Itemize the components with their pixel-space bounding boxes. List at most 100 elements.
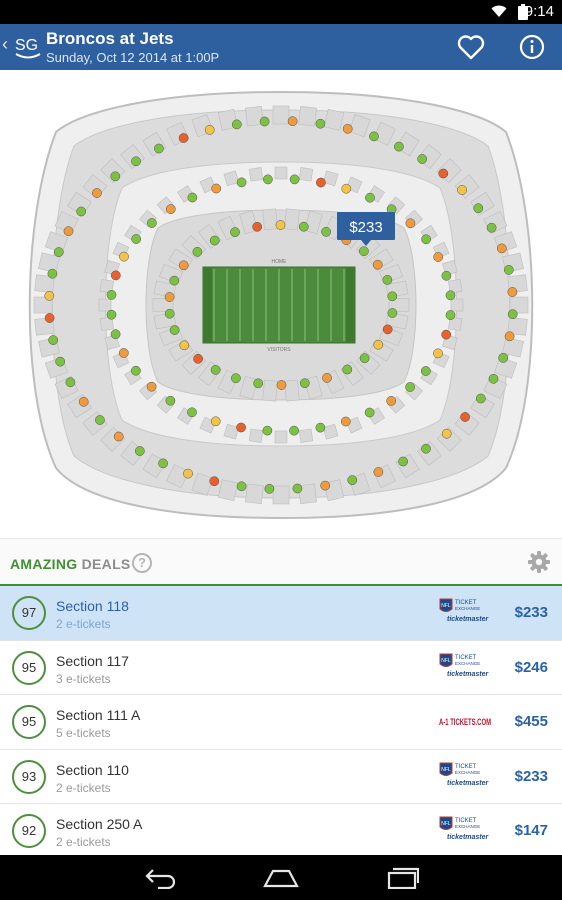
- availability-dot[interactable]: [165, 204, 176, 214]
- availability-dot[interactable]: [210, 416, 221, 427]
- availability-dot[interactable]: [178, 260, 189, 271]
- availability-dot[interactable]: [382, 324, 393, 335]
- deal-row[interactable]: 97 Section 118 2 e-tickets NFL TICKET EX…: [0, 586, 562, 641]
- club-section[interactable]: [450, 298, 464, 312]
- upper-section[interactable]: [272, 105, 290, 125]
- club-section[interactable]: [298, 428, 314, 443]
- availability-dot[interactable]: [253, 378, 264, 389]
- availability-dot[interactable]: [236, 481, 247, 492]
- availability-dot[interactable]: [473, 203, 484, 214]
- upper-section[interactable]: [272, 485, 290, 505]
- deal-row[interactable]: 93 Section 110 2 e-tickets NFL TICKET EX…: [0, 749, 562, 804]
- lower-section[interactable]: [284, 208, 300, 231]
- availability-dot[interactable]: [275, 220, 286, 230]
- help-icon[interactable]: ?: [132, 553, 152, 573]
- deal-row[interactable]: 95 Section 117 3 e-tickets NFL TICKET EX…: [0, 640, 562, 695]
- availability-dot[interactable]: [211, 183, 222, 194]
- availability-dot[interactable]: [236, 422, 246, 433]
- availability-dot[interactable]: [236, 177, 247, 188]
- availability-dot[interactable]: [47, 268, 58, 279]
- availability-dot[interactable]: [44, 313, 55, 323]
- availability-dot[interactable]: [445, 310, 456, 320]
- availability-dot[interactable]: [263, 174, 273, 185]
- availability-dot[interactable]: [231, 373, 241, 384]
- availability-dot[interactable]: [289, 425, 299, 436]
- availability-dot[interactable]: [365, 192, 375, 203]
- availability-dot[interactable]: [504, 331, 515, 342]
- availability-dot[interactable]: [441, 329, 452, 340]
- availability-dot[interactable]: [342, 364, 353, 375]
- availability-dot[interactable]: [252, 221, 263, 232]
- availability-dot[interactable]: [165, 395, 176, 406]
- availability-dot[interactable]: [341, 183, 352, 194]
- availability-dot[interactable]: [342, 123, 353, 134]
- availability-dot[interactable]: [53, 247, 64, 257]
- availability-dot[interactable]: [169, 325, 180, 335]
- availability-dot[interactable]: [503, 265, 514, 275]
- deal-row[interactable]: 92 Section 250 A 2 e-tickets NFL TICKET …: [0, 804, 562, 859]
- back-arrow-icon[interactable]: [144, 867, 178, 889]
- availability-dot[interactable]: [264, 483, 275, 494]
- availability-dot[interactable]: [169, 275, 180, 286]
- availability-dot[interactable]: [187, 407, 197, 418]
- availability-dot[interactable]: [507, 309, 518, 320]
- availability-dot[interactable]: [441, 428, 452, 439]
- club-section[interactable]: [298, 167, 314, 182]
- availability-dot[interactable]: [210, 365, 221, 375]
- availability-dot[interactable]: [289, 174, 300, 185]
- gear-icon[interactable]: [528, 551, 550, 573]
- availability-dot[interactable]: [359, 353, 370, 364]
- availability-dot[interactable]: [113, 431, 124, 442]
- club-section[interactable]: [274, 166, 288, 180]
- availability-dot[interactable]: [405, 382, 415, 392]
- availability-dot[interactable]: [441, 270, 452, 281]
- availability-dot[interactable]: [110, 329, 121, 340]
- availability-dot[interactable]: [187, 192, 198, 203]
- availability-dot[interactable]: [299, 378, 310, 389]
- availability-dot[interactable]: [106, 309, 117, 320]
- club-section[interactable]: [248, 167, 264, 182]
- club-section[interactable]: [248, 428, 264, 443]
- club-section[interactable]: [98, 298, 112, 312]
- availability-dot[interactable]: [460, 412, 470, 422]
- availability-dot[interactable]: [496, 243, 507, 254]
- availability-dot[interactable]: [65, 377, 76, 388]
- lower-section[interactable]: [262, 208, 278, 231]
- availability-dot[interactable]: [231, 119, 242, 130]
- stadium-map[interactable]: HOME VISITORS $233: [0, 70, 562, 538]
- availability-dot[interactable]: [63, 226, 74, 237]
- availability-dot[interactable]: [405, 218, 416, 229]
- availability-dot[interactable]: [315, 118, 326, 129]
- availability-dot[interactable]: [421, 443, 431, 454]
- availability-dot[interactable]: [193, 353, 203, 364]
- availability-dot[interactable]: [146, 381, 157, 392]
- availability-dot[interactable]: [433, 348, 443, 359]
- availability-dot[interactable]: [147, 218, 157, 228]
- availability-dot[interactable]: [178, 133, 189, 143]
- seatgeek-logo[interactable]: SG: [12, 30, 44, 62]
- availability-dot[interactable]: [179, 340, 190, 351]
- availability-dot[interactable]: [230, 227, 240, 237]
- home-icon[interactable]: [263, 867, 299, 889]
- availability-dot[interactable]: [76, 206, 87, 217]
- availability-dot[interactable]: [486, 222, 497, 233]
- availability-dot[interactable]: [420, 366, 431, 376]
- upper-section[interactable]: [245, 483, 264, 504]
- availability-dot[interactable]: [321, 226, 331, 237]
- availability-dot[interactable]: [322, 373, 332, 383]
- availability-dot[interactable]: [445, 290, 456, 301]
- availability-dot[interactable]: [373, 467, 384, 477]
- availability-dot[interactable]: [78, 396, 89, 407]
- availability-dot[interactable]: [498, 353, 509, 363]
- availability-dot[interactable]: [48, 335, 59, 345]
- availability-dot[interactable]: [387, 291, 398, 302]
- availability-dot[interactable]: [347, 475, 358, 485]
- availability-dot[interactable]: [316, 177, 326, 188]
- lower-section[interactable]: [262, 379, 278, 402]
- availability-dot[interactable]: [475, 393, 486, 404]
- availability-dot[interactable]: [315, 422, 326, 433]
- availability-dot[interactable]: [276, 380, 287, 390]
- availability-dot[interactable]: [131, 156, 141, 167]
- availability-dot[interactable]: [110, 270, 121, 281]
- availability-dot[interactable]: [364, 407, 375, 418]
